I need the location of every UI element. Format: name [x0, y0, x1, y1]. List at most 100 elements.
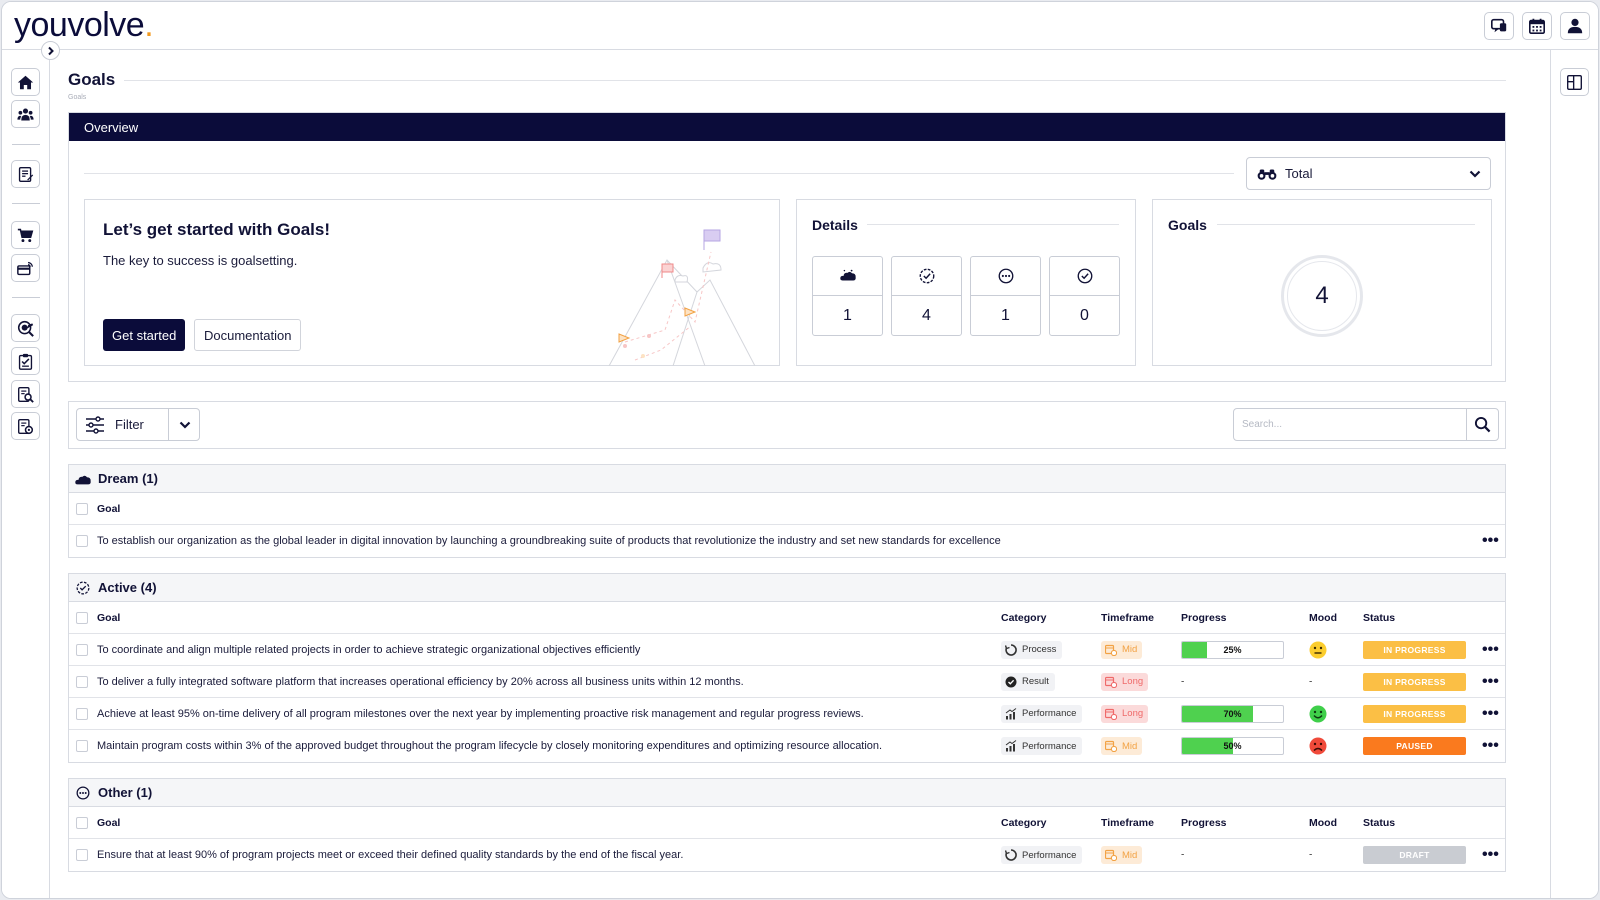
column-header-status[interactable]: Status [1363, 612, 1395, 624]
payment-card-icon[interactable] [11, 254, 40, 282]
details-card: Details 1 4 1 0 [796, 199, 1136, 366]
goals-divider [1217, 224, 1475, 225]
select-all-checkbox[interactable] [76, 816, 88, 829]
search-button[interactable] [1466, 409, 1498, 440]
breadcrumb[interactable]: Goals [68, 94, 86, 101]
dream-section-header[interactable]: Dream (1) [69, 465, 1505, 493]
filter-button[interactable]: Filter [76, 408, 200, 441]
column-header-category[interactable]: Category [1001, 817, 1047, 829]
select-all-checkbox[interactable] [76, 611, 88, 624]
messages-icon[interactable] [1484, 12, 1514, 40]
status-badge[interactable]: IN PROGRESS [1363, 672, 1466, 691]
timeframe-badge: Mid [1101, 846, 1143, 864]
row-more-menu[interactable]: ••• [1482, 673, 1499, 691]
checklist-icon[interactable] [11, 347, 40, 375]
row-checkbox[interactable] [76, 643, 88, 656]
column-header-progress[interactable]: Progress [1181, 817, 1227, 829]
goal-text: To deliver a fully integrated software p… [97, 675, 744, 688]
row-checkbox[interactable] [76, 535, 88, 547]
progress-label: 50% [1223, 741, 1242, 751]
progress-bar: 70% [1181, 704, 1284, 723]
document-search-icon[interactable] [11, 380, 40, 408]
other-dots-icon [998, 268, 1013, 284]
category-badge: Result [1001, 672, 1055, 691]
status-badge[interactable]: PAUSED [1363, 737, 1466, 755]
right-sidebar [1550, 50, 1598, 898]
stat-value: 4 [922, 307, 931, 324]
column-header-mood[interactable]: Mood [1309, 612, 1337, 624]
document-settings-icon[interactable] [11, 412, 40, 440]
row-more-menu[interactable]: ••• [1482, 737, 1499, 755]
column-header-goal[interactable]: Goal [97, 612, 120, 624]
row-more-menu[interactable]: ••• [1482, 641, 1499, 659]
column-header-timeframe[interactable]: Timeframe [1101, 817, 1154, 829]
row-more-menu[interactable]: ••• [1482, 846, 1499, 864]
table-row[interactable]: Achieve at least 95% on-time delivery of… [69, 698, 1505, 730]
goal-text: Achieve at least 95% on-time delivery of… [97, 707, 864, 720]
other-section-header[interactable]: Other (1) [69, 779, 1505, 807]
target-search-icon[interactable] [11, 314, 40, 342]
timeframe-badge: Mid [1101, 737, 1143, 755]
table-row[interactable]: To deliver a fully integrated software p… [69, 666, 1505, 698]
column-header-goal[interactable]: Goal [97, 503, 120, 515]
column-header-goal[interactable]: Goal [97, 817, 120, 829]
calendar-clock-icon [1105, 740, 1117, 752]
column-header-category[interactable]: Category [1001, 612, 1047, 624]
process-cycle-icon [1005, 849, 1017, 861]
title-divider [124, 80, 1506, 81]
column-header-timeframe[interactable]: Timeframe [1101, 612, 1154, 624]
status-badge[interactable]: DRAFT [1363, 846, 1466, 864]
select-all-checkbox[interactable] [76, 502, 88, 515]
other-dots-icon [76, 786, 90, 799]
row-checkbox[interactable] [76, 849, 88, 861]
column-header-progress[interactable]: Progress [1181, 612, 1227, 624]
progress-label: 70% [1223, 708, 1242, 719]
row-checkbox[interactable] [76, 675, 88, 688]
row-checkbox[interactable] [76, 707, 88, 720]
goal-text: To establish our organization as the glo… [97, 535, 1001, 547]
app-logo[interactable]: youvolve. [14, 6, 154, 45]
result-check-icon [1005, 676, 1017, 687]
search-input[interactable] [1234, 409, 1466, 440]
details-divider [867, 224, 1119, 225]
calendar-clock-icon [1105, 849, 1117, 861]
row-more-menu[interactable]: ••• [1482, 705, 1499, 723]
goal-view-select[interactable]: Total [1246, 157, 1491, 190]
left-sidebar [2, 50, 50, 898]
filter-sliders-icon [86, 415, 104, 434]
stat-completed[interactable]: 0 [1049, 256, 1120, 336]
mood-sad-icon[interactable] [1309, 737, 1327, 755]
calendar-clock-icon [1105, 676, 1117, 688]
panel-layout-icon[interactable] [1560, 68, 1589, 96]
active-section-header[interactable]: Active (4) [69, 574, 1505, 602]
row-more-menu[interactable]: ••• [1482, 532, 1499, 550]
notes-icon[interactable] [11, 160, 40, 188]
documentation-button[interactable]: Documentation [194, 319, 302, 351]
table-row[interactable]: To establish our organization as the glo… [69, 525, 1505, 557]
table-row[interactable]: Maintain program costs within 3% of the … [69, 730, 1505, 762]
stat-active[interactable]: 4 [891, 256, 962, 336]
timeframe-badge: Long [1101, 672, 1149, 691]
home-icon[interactable] [11, 68, 40, 96]
cart-icon[interactable] [11, 221, 40, 249]
row-checkbox[interactable] [76, 740, 88, 752]
table-header-row: Goal Category Timeframe Progress Mood St… [69, 602, 1505, 634]
column-header-mood[interactable]: Mood [1309, 817, 1337, 829]
calendar-icon[interactable] [1522, 12, 1552, 40]
mood-neutral-icon[interactable] [1309, 641, 1327, 659]
table-row[interactable]: To coordinate and align multiple related… [69, 634, 1505, 666]
status-badge[interactable]: IN PROGRESS [1363, 640, 1466, 659]
progress-label: 25% [1223, 644, 1242, 655]
chevron-down-icon[interactable] [179, 419, 191, 431]
mood-happy-icon[interactable] [1309, 705, 1327, 723]
status-badge[interactable]: IN PROGRESS [1363, 704, 1466, 723]
team-icon[interactable] [11, 100, 40, 128]
column-header-status[interactable]: Status [1363, 817, 1395, 829]
get-started-button[interactable]: Get started [103, 319, 186, 351]
user-profile-icon[interactable] [1560, 12, 1590, 40]
expand-sidebar-chevron-icon[interactable] [41, 41, 60, 60]
table-row[interactable]: Ensure that at least 90% of program proj… [69, 839, 1505, 871]
stat-dream[interactable]: 1 [812, 256, 883, 336]
stat-other[interactable]: 1 [970, 256, 1041, 336]
timeframe-badge: Long [1101, 704, 1149, 723]
